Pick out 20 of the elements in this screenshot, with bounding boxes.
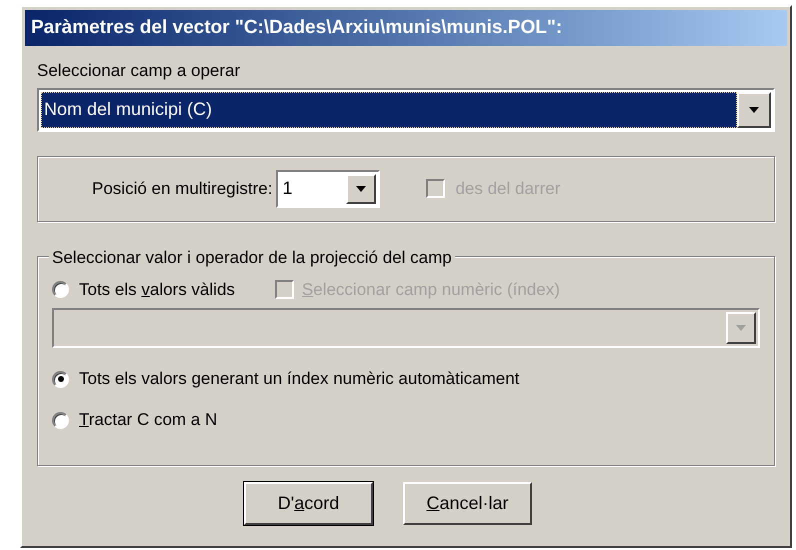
position-dropdown[interactable]: 1 bbox=[276, 170, 380, 208]
dropdown-arrow-icon bbox=[356, 186, 366, 192]
radio-button[interactable] bbox=[52, 370, 69, 388]
window-title: Paràmetres del vector "C:\Dades\Arxiu\munis\munis.POL": bbox=[31, 16, 562, 40]
dialog-button[interactable]: Cancel·lar bbox=[403, 482, 532, 524]
radio-label: Tots els valors generant un índex numèric automàticament bbox=[79, 368, 520, 390]
dropdown-arrow-icon bbox=[749, 106, 759, 112]
dropdown-button[interactable] bbox=[737, 92, 771, 128]
multiregister-label: Posició en multiregistre: bbox=[92, 178, 272, 200]
dropdown-value: Nom del municipi (C) bbox=[41, 92, 737, 128]
field-label: Seleccionar camp a operar bbox=[37, 60, 242, 82]
radio-label: Tots els valors vàlids bbox=[79, 278, 235, 300]
field-dropdown[interactable]: Nom del municipi (C) bbox=[37, 88, 775, 132]
dropdown-value: 1 bbox=[281, 177, 294, 200]
dropdown-arrow-icon bbox=[736, 325, 746, 331]
radio-button[interactable] bbox=[52, 412, 69, 428]
radio-button[interactable] bbox=[52, 280, 69, 298]
dropdown-button[interactable] bbox=[346, 174, 376, 204]
radio-label: Tractar C com a N bbox=[79, 409, 218, 432]
dialog-button[interactable]: D'acord bbox=[244, 482, 373, 524]
